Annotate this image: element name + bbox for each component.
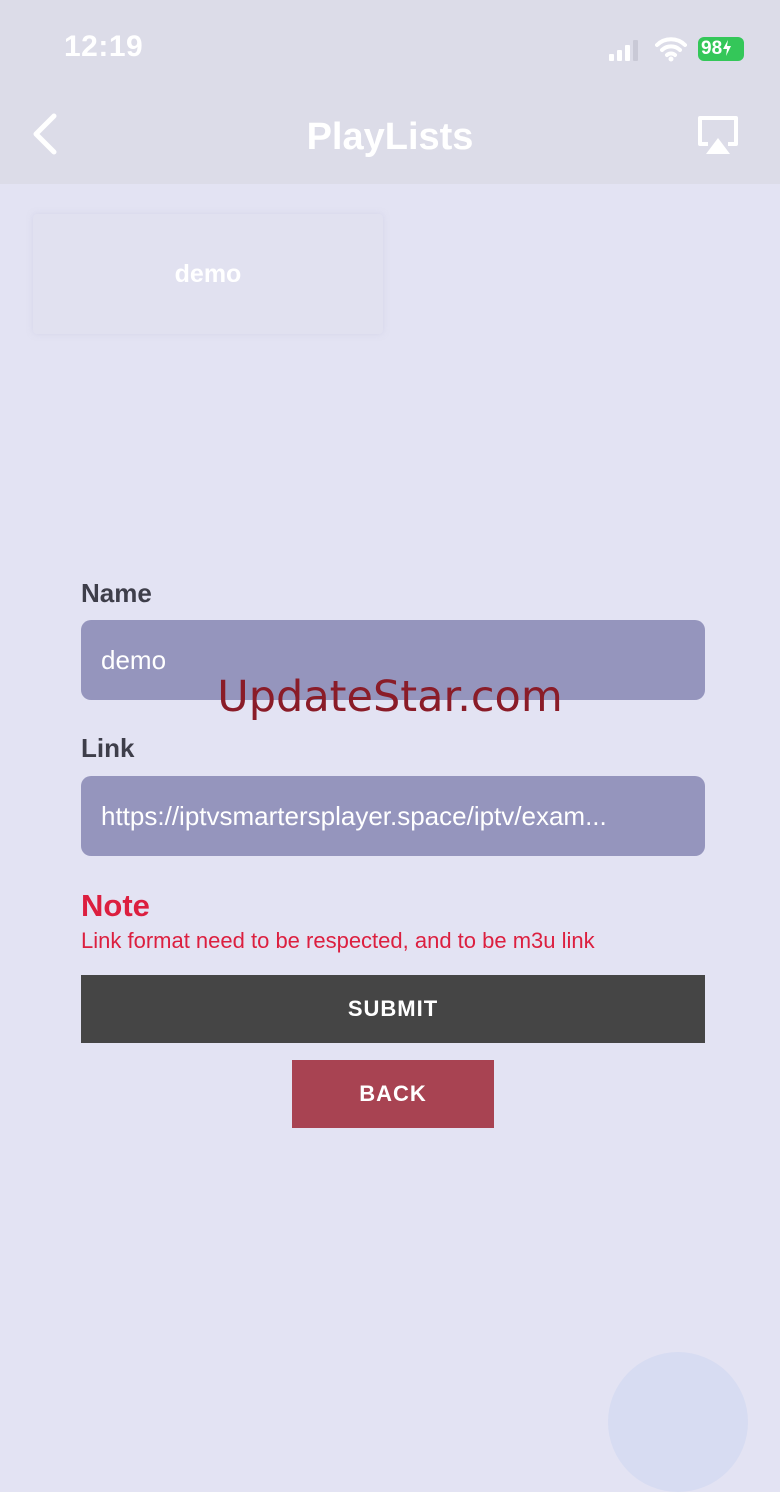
nav-bar: PlayLists xyxy=(0,100,780,184)
name-field[interactable]: demo xyxy=(81,620,705,700)
note-text: Link format need to be respected, and to… xyxy=(81,928,595,953)
note-title: Note xyxy=(81,888,150,923)
link-label: Link xyxy=(81,733,135,763)
playlist-item[interactable]: demo xyxy=(33,214,383,334)
back-button[interactable]: BACK xyxy=(292,1060,494,1128)
signal-icon xyxy=(609,40,639,67)
status-time: 12:19 xyxy=(64,30,144,63)
playlist-item-label: demo xyxy=(174,260,242,288)
page-title: PlayLists xyxy=(306,116,474,158)
battery-level: 98 xyxy=(701,38,723,59)
link-field[interactable]: https://iptvsmartersplayer.space/iptv/ex… xyxy=(81,776,705,856)
submit-button[interactable]: SUBMIT xyxy=(81,975,705,1043)
battery-charging-icon: 98 xyxy=(698,37,744,61)
status-bar: 12:19 98 xyxy=(0,0,780,100)
floating-circle xyxy=(608,1352,748,1492)
wifi-icon xyxy=(655,36,687,67)
airplay-icon[interactable] xyxy=(696,114,740,161)
name-label: Name xyxy=(81,578,152,608)
